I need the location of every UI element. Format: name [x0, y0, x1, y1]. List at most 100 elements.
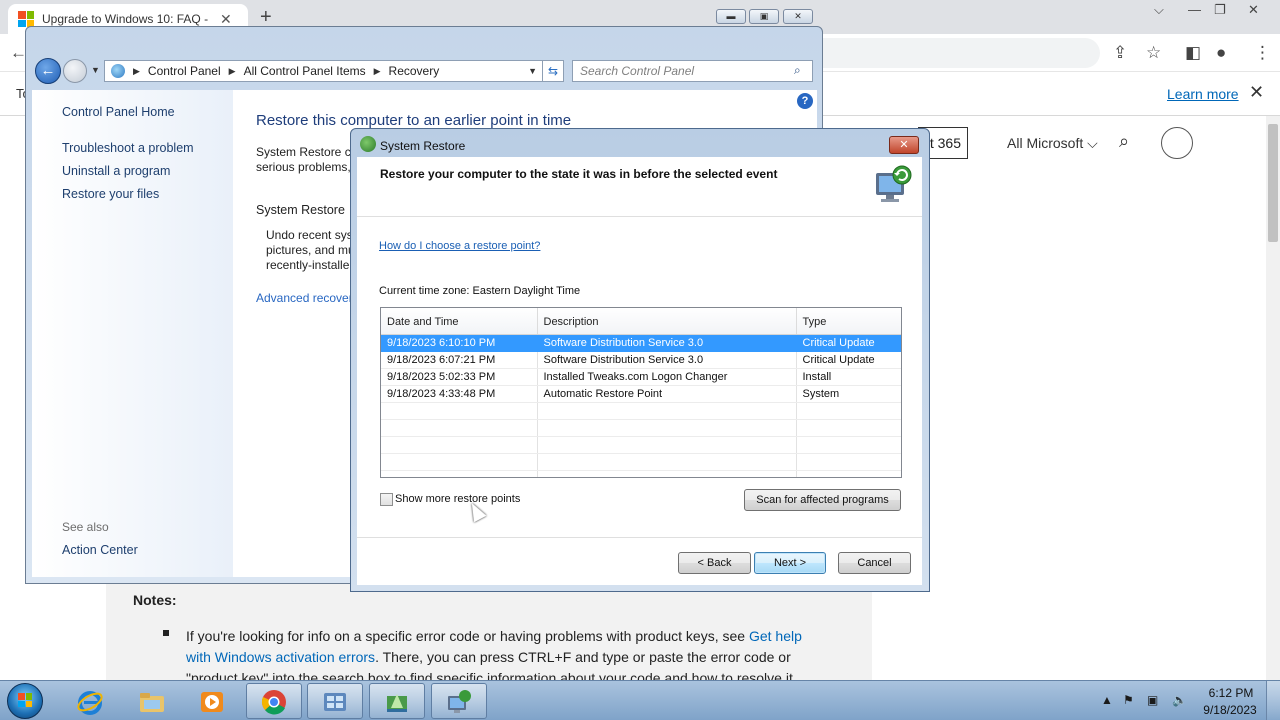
- cp-search-input[interactable]: Search Control Panel: [572, 60, 813, 82]
- empty-cell: [381, 436, 538, 454]
- dialog-footer-divider: [357, 537, 922, 538]
- notes-title: Notes:: [133, 592, 177, 608]
- see-also-label: See also: [62, 520, 109, 534]
- chrome-icon: [261, 690, 286, 715]
- tab-close-icon[interactable]: ✕: [220, 11, 232, 28]
- cp-close-button[interactable]: ✕: [783, 9, 813, 24]
- system-restore-section-title: System Restore: [256, 203, 345, 217]
- dialog-heading: Restore your computer to the state it wa…: [380, 167, 778, 181]
- star-icon[interactable]: ☆: [1146, 43, 1161, 63]
- close-icon[interactable]: ✕: [1248, 2, 1259, 18]
- empty-row: [381, 453, 901, 471]
- breadcrumb-separator-icon: ▶: [373, 65, 381, 76]
- empty-row: [381, 470, 901, 477]
- sidebar-item-troubleshoot[interactable]: Troubleshoot a problem: [62, 141, 194, 155]
- undo-text-line: pictures, and mu: [266, 243, 355, 257]
- timezone-label: Current time zone: Eastern Daylight Time: [379, 285, 581, 297]
- folder-icon: [140, 693, 164, 712]
- cp-breadcrumb[interactable]: ▶ Control Panel ▶ All Control Panel Item…: [104, 60, 544, 82]
- volume-icon[interactable]: 🔈: [1172, 693, 1187, 707]
- scan-affected-programs-button[interactable]: Scan for affected programs: [744, 489, 901, 511]
- how-choose-restore-point-link[interactable]: How do I choose a restore point?: [379, 240, 540, 252]
- back-button[interactable]: < Back: [678, 552, 751, 574]
- cp-maximize-button[interactable]: ▣: [749, 9, 779, 24]
- cell-type: Install: [796, 368, 901, 386]
- sidebar-item-restore-files[interactable]: Restore your files: [62, 187, 159, 201]
- column-header-date[interactable]: Date and Time: [381, 308, 538, 335]
- dialog-header: [357, 157, 922, 217]
- clock-time[interactable]: 6:12 PM: [1205, 686, 1257, 700]
- clock-date[interactable]: 9/18/2023: [1201, 703, 1259, 717]
- breadcrumb-control-panel[interactable]: Control Panel: [148, 64, 221, 78]
- empty-cell: [537, 436, 797, 454]
- empty-cell: [537, 402, 797, 420]
- breadcrumb-all-items[interactable]: All Control Panel Items: [244, 64, 366, 78]
- bullet-icon: [163, 630, 169, 636]
- recent-pages-dropdown-icon[interactable]: ▼: [91, 65, 100, 75]
- search-icon[interactable]: ⌕: [1119, 131, 1129, 152]
- empty-cell: [796, 419, 901, 437]
- column-header-type[interactable]: Type: [796, 308, 901, 335]
- tray-overflow-icon[interactable]: ▲: [1101, 693, 1113, 707]
- windows-flag-icon: [18, 693, 32, 707]
- table-row[interactable]: 9/18/2023 6:10:10 PM Software Distributio…: [381, 334, 901, 352]
- cp-minimize-button[interactable]: ▬: [716, 9, 746, 24]
- sidepanel-icon[interactable]: ◧: [1185, 43, 1201, 63]
- cell-date: 9/18/2023 6:07:21 PM: [381, 351, 538, 369]
- minimize-icon[interactable]: —: [1188, 2, 1201, 17]
- address-dropdown-icon[interactable]: ▼: [528, 66, 537, 76]
- table-row[interactable]: 9/18/2023 5:02:33 PM Installed Tweaks.com…: [381, 368, 901, 386]
- advanced-recovery-link[interactable]: Advanced recover: [256, 291, 353, 305]
- show-desktop-button[interactable]: [1266, 681, 1280, 720]
- search-icon[interactable]: ⌕: [794, 63, 801, 78]
- help-icon[interactable]: ?: [797, 93, 813, 109]
- notification-close-icon[interactable]: ✕: [1249, 82, 1264, 103]
- empty-cell: [381, 470, 538, 477]
- refresh-icon[interactable]: ⇆: [542, 60, 564, 82]
- sidebar-item-home[interactable]: Control Panel Home: [62, 105, 175, 119]
- column-header-description[interactable]: Description: [537, 308, 797, 335]
- show-more-checkbox[interactable]: [380, 493, 393, 506]
- table-row[interactable]: 9/18/2023 6:07:21 PM Software Distributio…: [381, 351, 901, 369]
- cp-forward-button[interactable]: [63, 59, 87, 83]
- dialog-close-button[interactable]: ✕: [889, 136, 919, 154]
- empty-cell: [381, 419, 538, 437]
- media-player-icon: [201, 692, 223, 712]
- sidebar-item-uninstall[interactable]: Uninstall a program: [62, 164, 170, 178]
- undo-text-line: recently-installe: [266, 258, 350, 272]
- chevron-down-icon[interactable]: ⌵: [1154, 2, 1164, 18]
- share-icon[interactable]: ⇪: [1113, 43, 1127, 63]
- network-icon[interactable]: ▣: [1147, 693, 1158, 707]
- all-microsoft-menu[interactable]: All Microsoft ⌵: [1007, 135, 1098, 152]
- page-scrollbar-thumb[interactable]: [1268, 124, 1278, 242]
- empty-cell: [537, 419, 797, 437]
- table-row[interactable]: 9/18/2023 4:33:48 PM Automatic Restore Po…: [381, 385, 901, 403]
- empty-row: [381, 436, 901, 454]
- breadcrumb-recovery[interactable]: Recovery: [389, 64, 440, 78]
- profile-icon[interactable]: ●: [1216, 43, 1226, 63]
- cell-description: Installed Tweaks.com Logon Changer: [537, 368, 797, 386]
- next-button[interactable]: Next >: [754, 552, 826, 574]
- learn-more-link[interactable]: Learn more: [1167, 86, 1239, 102]
- restore-points-table[interactable]: Date and Time Description Type 9/18/2023…: [380, 307, 902, 478]
- cancel-button[interactable]: Cancel: [838, 552, 911, 574]
- show-more-label[interactable]: Show more restore points: [395, 493, 520, 505]
- cp-back-button[interactable]: ←: [35, 58, 61, 84]
- more-menu-icon[interactable]: ⋮: [1254, 43, 1271, 63]
- restore-icon[interactable]: ❐: [1214, 2, 1226, 18]
- cell-date: 9/18/2023 6:10:10 PM: [381, 334, 538, 352]
- cell-date: 9/18/2023 5:02:33 PM: [381, 368, 538, 386]
- empty-cell: [796, 436, 901, 454]
- action-center-flag-icon[interactable]: ⚑: [1123, 693, 1134, 707]
- sidebar-item-action-center[interactable]: Action Center: [62, 543, 138, 557]
- avatar[interactable]: [1161, 127, 1193, 159]
- empty-cell: [381, 453, 538, 471]
- empty-cell: [537, 470, 797, 477]
- computer-restore-icon: [876, 165, 912, 202]
- dialog-title: System Restore: [380, 139, 466, 153]
- intro-text-line: System Restore ca: [256, 145, 358, 159]
- microsoft-logo-icon: [18, 11, 34, 27]
- breadcrumb-separator-icon: ▶: [133, 65, 140, 76]
- empty-cell: [796, 470, 901, 477]
- empty-cell: [381, 402, 538, 420]
